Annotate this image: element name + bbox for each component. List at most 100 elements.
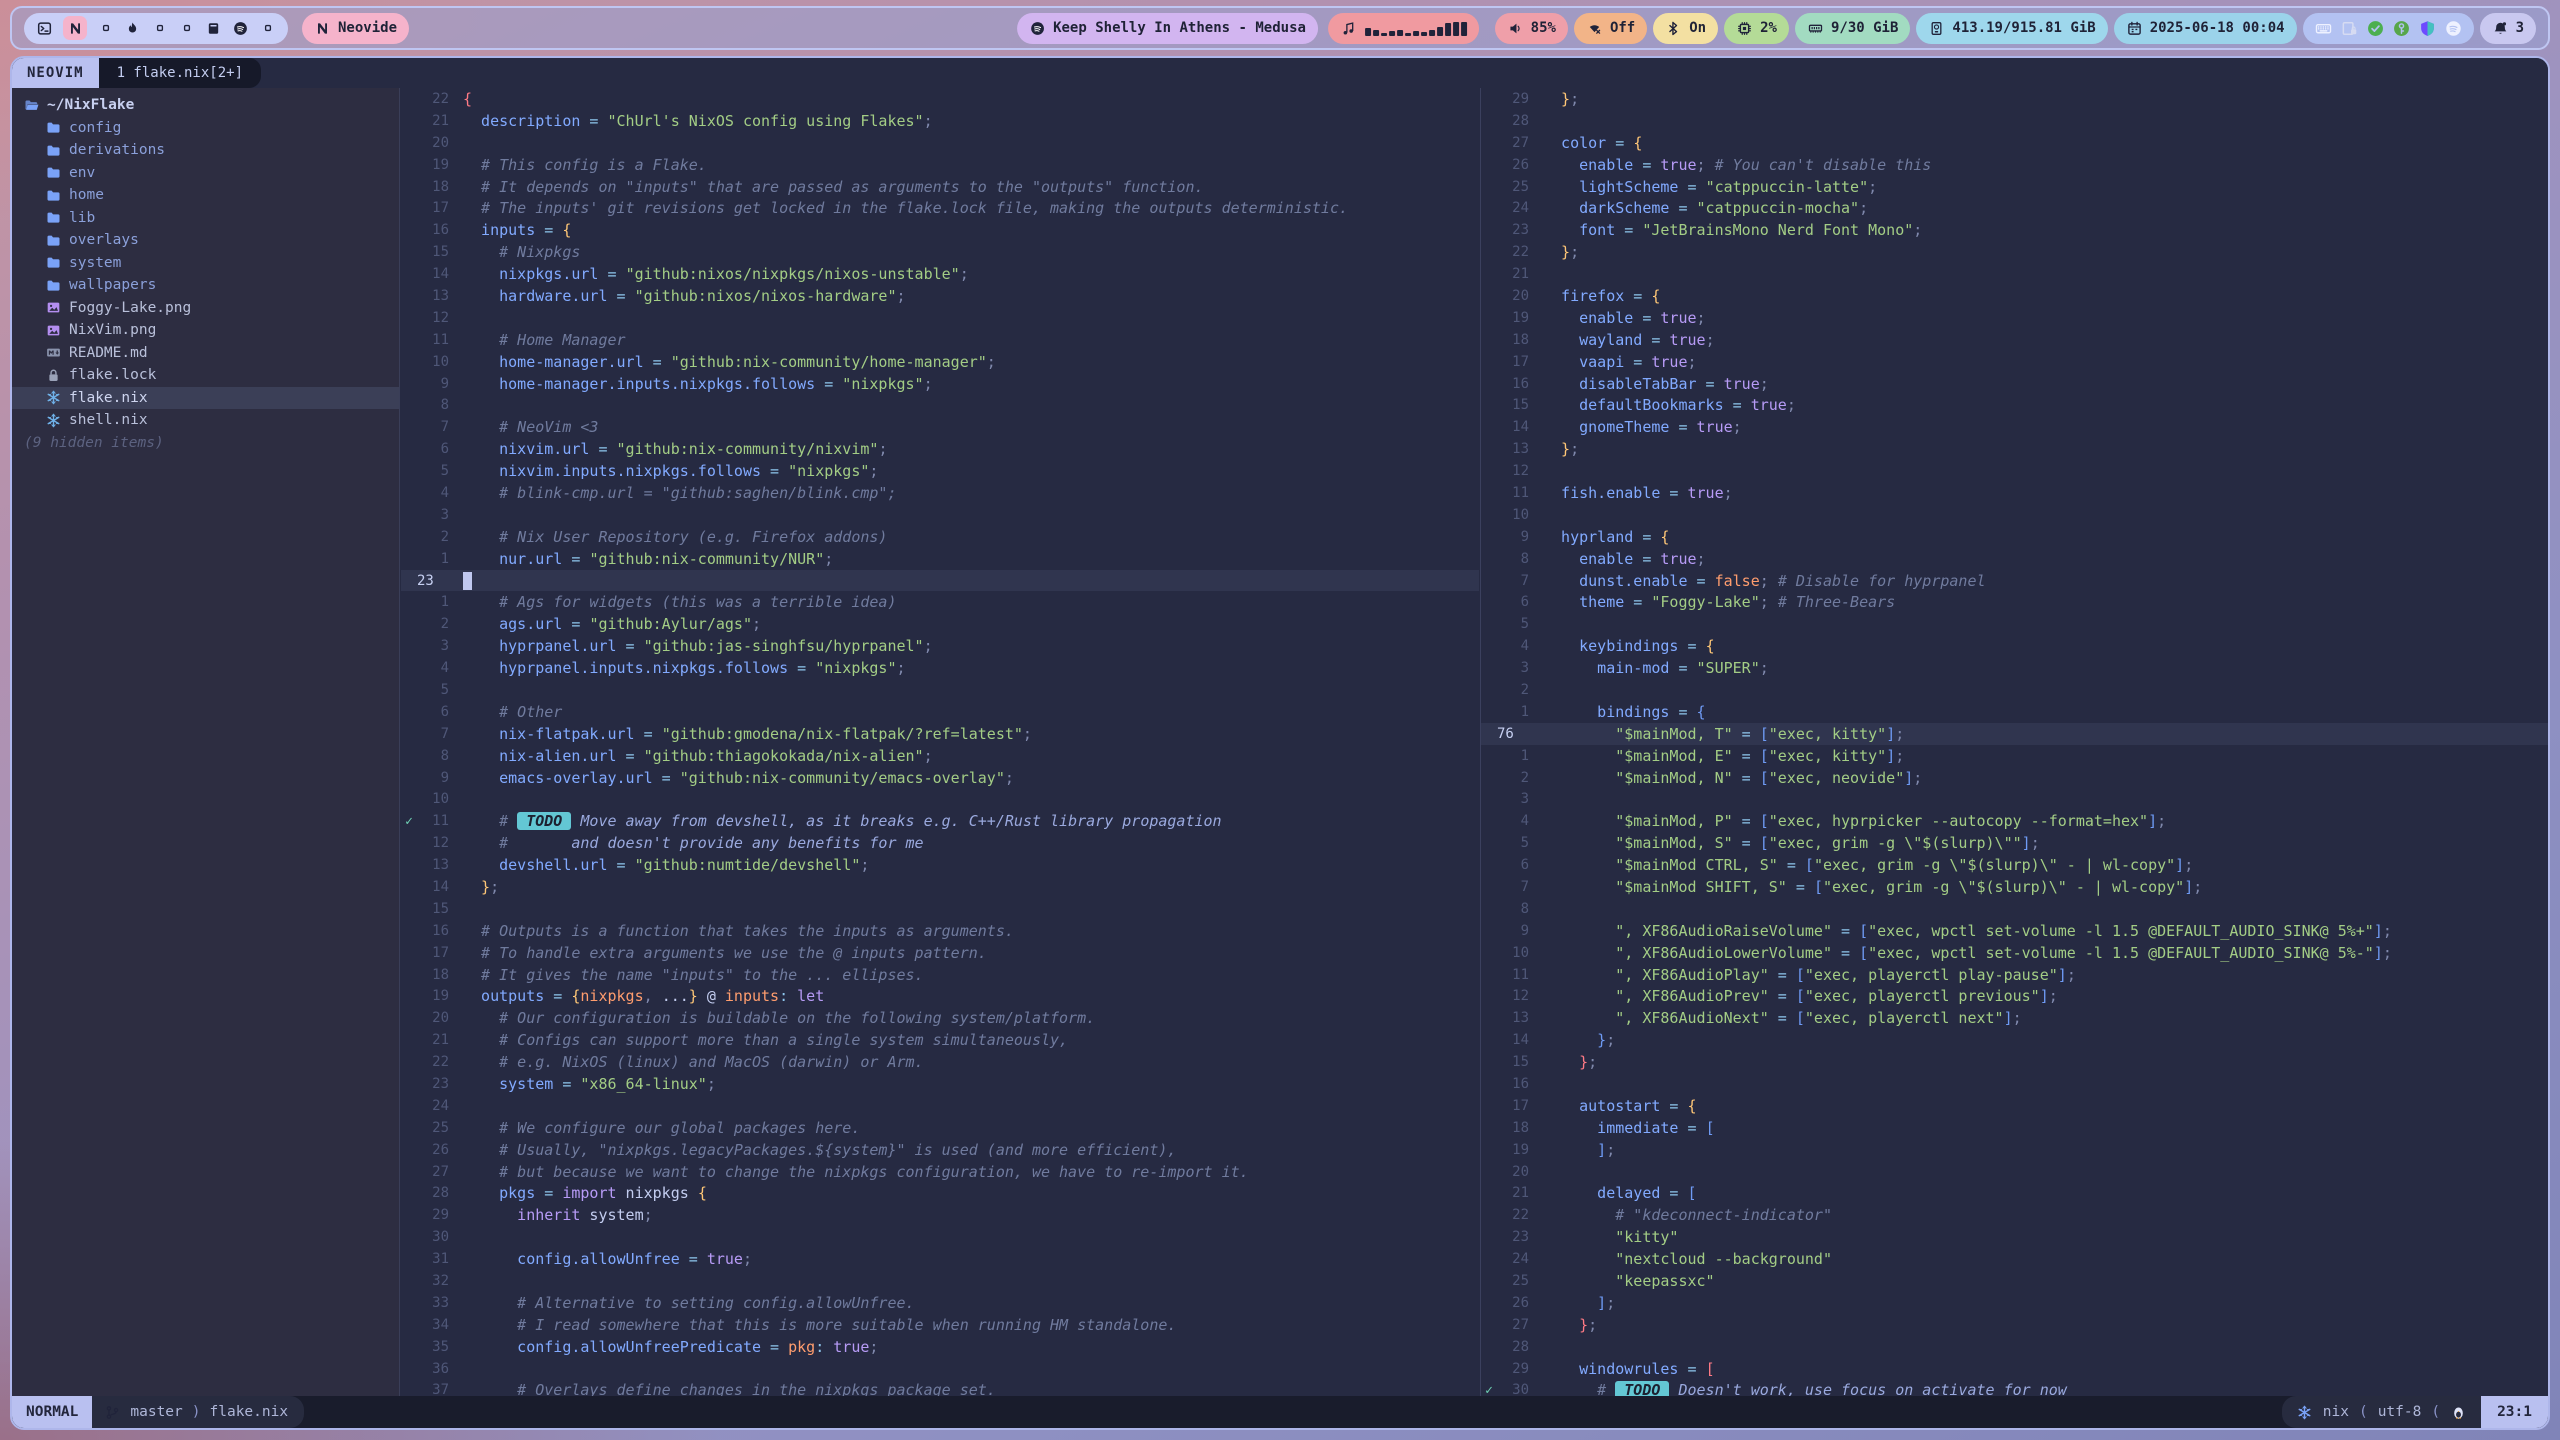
code-text: # Usually, "nixpkgs.legacyPackages.${sys…	[449, 1141, 1176, 1159]
line-number: 21	[1497, 266, 1529, 282]
code-line: 15 };	[1481, 1051, 2548, 1073]
code-line: 17 vaapi = true;	[1481, 351, 2548, 373]
code-line: 19 ];	[1481, 1139, 2548, 1161]
code-line: 11 ", XF86AudioPlay" = ["exec, playerctl…	[1481, 964, 2548, 986]
line-number: 8	[417, 397, 449, 413]
line-number: 6	[1497, 857, 1529, 873]
workspace-neovide[interactable]	[63, 16, 87, 40]
workspaces-pill[interactable]	[24, 13, 288, 44]
spotify-icon[interactable]	[2445, 16, 2462, 40]
code-line: 14 nixpkgs.url = "github:nixos/nixpkgs/n…	[401, 263, 1479, 285]
line-number: 20	[417, 1010, 449, 1026]
line-number: 19	[417, 988, 449, 1004]
tree-item-flake-lock[interactable]: flake.lock	[12, 364, 399, 387]
tree-item-overlays[interactable]: overlays	[12, 229, 399, 252]
tree-item-label: (9 hidden items)	[24, 435, 164, 451]
code-line: 7 # NeoVim <3	[401, 416, 1479, 438]
code-text: "$mainMod CTRL, S" = ["exec, grim -g \"$…	[1529, 856, 2193, 874]
code-text: keybindings = {	[1529, 637, 1715, 655]
code-text: "$mainMod, N" = ["exec, neovide"];	[1529, 769, 1922, 787]
disk-pill[interactable]: 413.19/915.81 GiB	[1916, 13, 2107, 44]
line-number: 20	[1497, 288, 1529, 304]
workspace-6[interactable]	[178, 16, 195, 40]
workspace-box[interactable]	[205, 16, 222, 40]
code-line: 16 inputs = {	[401, 219, 1479, 241]
folder-icon	[46, 233, 61, 248]
code-line: 1 bindings = {	[1481, 701, 2548, 723]
workspace-3[interactable]	[97, 16, 114, 40]
tree-item--nixflake[interactable]: ~/NixFlake	[12, 94, 399, 117]
workspace-flame[interactable]	[124, 16, 141, 40]
bluetooth-pill[interactable]: On	[1653, 13, 1718, 44]
workspace-spotify[interactable]	[232, 16, 249, 40]
tree-item-wallpapers[interactable]: wallpapers	[12, 274, 399, 297]
code-line: 4 "$mainMod, P" = ["exec, hyprpicker --a…	[1481, 810, 2548, 832]
statusline-filename: flake.nix	[210, 1404, 289, 1420]
workspace-9[interactable]	[259, 16, 276, 40]
code-text: # Alternative to setting config.allowUnf…	[449, 1294, 915, 1312]
keyboard-icon[interactable]	[2315, 16, 2332, 40]
notifications-pill[interactable]: 3	[2480, 13, 2536, 44]
editor-pane-right[interactable]: 29 };2827 color = {26 enable = true; # Y…	[1480, 88, 2548, 1396]
line-number: 11	[1497, 967, 1529, 983]
tree-item-readme-md[interactable]: README.md	[12, 342, 399, 365]
workspace-terminal[interactable]	[36, 16, 53, 40]
editor-pane-left[interactable]: 22{21 description = "ChUrl's NixOS confi…	[401, 88, 1479, 1396]
window-title-pill: Neovide	[302, 13, 409, 44]
code-text: wayland = true;	[1529, 331, 1715, 349]
line-number: 1	[1497, 748, 1529, 764]
network-pill[interactable]: Off	[1574, 13, 1647, 44]
tree-item-foggy-lake-png[interactable]: Foggy-Lake.png	[12, 297, 399, 320]
tab-flake-nix[interactable]: 1 flake.nix[2+]	[99, 58, 261, 88]
line-number: 9	[1497, 529, 1529, 545]
code-text: };	[1529, 1316, 1597, 1334]
bell-icon	[2492, 16, 2509, 40]
ram-pill[interactable]: 9/30 GiB	[1795, 13, 1910, 44]
tree-item-flake-nix[interactable]: flake.nix	[12, 387, 399, 410]
tree-item-lib[interactable]: lib	[12, 207, 399, 230]
code-text: # but because we want to change the nixp…	[449, 1163, 1249, 1181]
markdown-icon	[46, 345, 61, 360]
code-line: 1 "$mainMod, E" = ["exec, kitty"];	[1481, 745, 2548, 767]
key-icon[interactable]	[2393, 16, 2410, 40]
volume-pill[interactable]: 85%	[1495, 13, 1568, 44]
tree-item--9-hidden-items-[interactable]: (9 hidden items)	[12, 432, 399, 455]
tree-item-system[interactable]: system	[12, 252, 399, 275]
tree-item-derivations[interactable]: derivations	[12, 139, 399, 162]
line-number: 28	[1497, 113, 1529, 129]
statusline: NORMAL master ) flake.nix nix ( utf-8 ( …	[12, 1396, 2548, 1428]
line-number: 10	[1497, 507, 1529, 523]
cpu-pill[interactable]: 2%	[1724, 13, 1789, 44]
line-number: 7	[417, 726, 449, 742]
folder-icon	[46, 143, 61, 158]
tree-item-config[interactable]: config	[12, 117, 399, 140]
folder-icon	[46, 210, 61, 225]
code-text: # Our configuration is buildable on the …	[449, 1009, 1095, 1027]
code-text: enable = true;	[1529, 309, 1706, 327]
tree-item-env[interactable]: env	[12, 162, 399, 185]
line-number: 7	[1497, 879, 1529, 895]
code-text: nixvim.url = "github:nix-community/nixvi…	[449, 440, 887, 458]
line-number: 13	[1497, 441, 1529, 457]
tree-item-shell-nix[interactable]: shell.nix	[12, 409, 399, 432]
tree-item-nixvim-png[interactable]: NixVim.png	[12, 319, 399, 342]
line-number: 14	[1497, 1032, 1529, 1048]
system-tray[interactable]	[2303, 13, 2474, 44]
code-text: home-manager.inputs.nixpkgs.follows = "n…	[449, 375, 933, 393]
code-text: fish.enable = true;	[1529, 484, 1733, 502]
check-circle-icon[interactable]	[2367, 16, 2384, 40]
code-line: 34 # I read somewhere that this is more …	[401, 1314, 1479, 1336]
code-text: "keepassxc"	[1529, 1272, 1715, 1290]
workspace-5[interactable]	[151, 16, 168, 40]
line-number: 23	[417, 1076, 449, 1092]
clipboard-icon[interactable]	[2341, 16, 2358, 40]
file-tree[interactable]: ~/NixFlakeconfigderivationsenvhomelibove…	[12, 88, 400, 1396]
clock-pill[interactable]: 2025-06-18 00:04	[2114, 13, 2297, 44]
code-text: };	[1529, 1053, 1597, 1071]
tree-item-home[interactable]: home	[12, 184, 399, 207]
code-line: 4 keybindings = {	[1481, 635, 2548, 657]
calendar-icon	[2126, 16, 2143, 40]
line-number: 23	[417, 573, 449, 589]
vpn-icon[interactable]	[2419, 16, 2436, 40]
music-pill[interactable]: Keep Shelly In Athens - Medusa	[1017, 13, 1318, 44]
